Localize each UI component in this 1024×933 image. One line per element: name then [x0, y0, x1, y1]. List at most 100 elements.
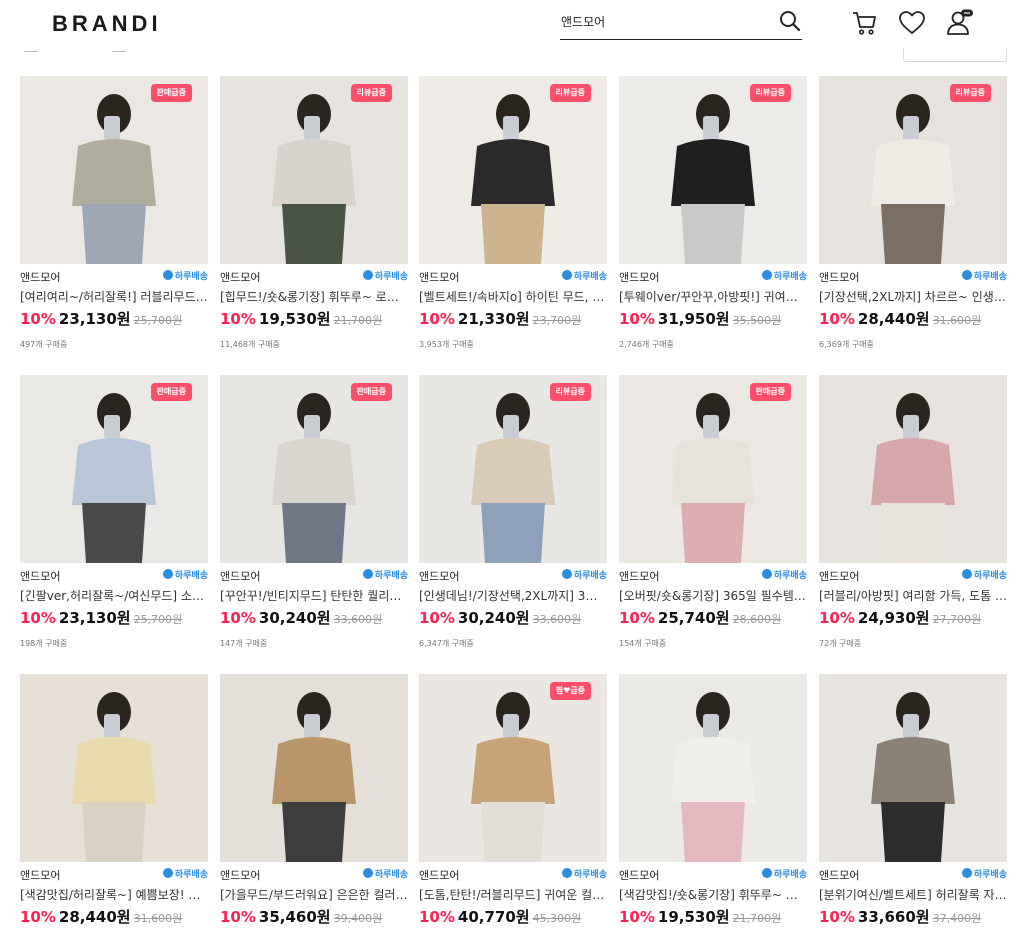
product-card[interactable]: 앤드모어 하루배송 [색감맛집!/숏&롱기장] 휘뚜루~ 와이드 트레이닝 팬츠…	[619, 674, 807, 933]
price-row: 10% 31,950원 35,500원	[619, 308, 781, 329]
search-input[interactable]	[561, 10, 761, 32]
product-title[interactable]: [러블리/아방핏] 여리함 가득, 도톰 오프숄더 니트	[819, 587, 1007, 604]
product-card[interactable]: 판매급증 앤드모어 하루배송 [긴팔ver,허리잘록~/여신무드] 소매 셔링 …	[20, 375, 208, 665]
product-title[interactable]: [힙무드!/숏&롱기장] 휘뚜루~ 로우 와이드 팬츠	[220, 288, 408, 305]
product-card[interactable]: 앤드모어 하루배송 [분위기여신/벨트세트] 허리잘록 자켓 원피스 10%33…	[819, 674, 1007, 933]
product-brand[interactable]: 앤드모어	[619, 867, 659, 883]
product-image[interactable]	[419, 375, 607, 563]
product-title[interactable]: [기장선택,2XL까지] 차르르~ 인생 슬랙스	[819, 288, 1007, 305]
product-badge: 찜♥급증	[549, 682, 591, 700]
delivery-badge: 하루배송	[362, 867, 408, 880]
delivery-label: 하루배송	[374, 870, 408, 880]
product-image[interactable]	[20, 76, 208, 264]
product-title[interactable]: [인생데님!/기장선택,2XL까지] 3가지 컬러 와이드	[419, 587, 607, 604]
product-card[interactable]: 판매급증 앤드모어 하루배송 [꾸안꾸!/빈티지무드] 탄탄한 퀄리티 데님 스…	[220, 375, 408, 665]
product-card[interactable]: 판매급증 앤드모어 하루배송 [여리여리~/허리잘록!] 러블리무드 카라 니트…	[20, 76, 208, 366]
brandi-logo[interactable]: BRANDI	[52, 11, 162, 37]
sale-price: 25,740원	[657, 609, 730, 627]
original-price: 37,400원	[932, 912, 982, 925]
product-image[interactable]	[419, 76, 607, 264]
delivery-badge: 하루배송	[162, 568, 208, 581]
product-card[interactable]: 리뷰급증 앤드모어 하루배송 [벨트세트!/속바지o] 하이틴 무드, 플리츠 …	[419, 76, 607, 366]
delivery-label: 하루배송	[773, 870, 807, 880]
product-brand[interactable]: 앤드모어	[819, 269, 859, 285]
product-title[interactable]: [색감맛집!/숏&롱기장] 휘뚜루~ 와이드 트레이닝 팬츠	[619, 886, 807, 903]
product-image[interactable]	[819, 76, 1007, 264]
product-card[interactable]: 앤드모어 하루배송 [러블리/아방핏] 여리함 가득, 도톰 오프숄더 니트 1…	[819, 375, 1007, 665]
buyer-count: 3,953개 구매중	[419, 340, 474, 349]
price-row: 10% 25,740원 28,600원	[619, 607, 781, 628]
search-icon[interactable]	[778, 9, 802, 33]
product-image[interactable]	[220, 76, 408, 264]
heart-icon[interactable]	[897, 8, 927, 38]
product-card[interactable]: 리뷰급증 앤드모어 하루배송 [인생데님!/기장선택,2XL까지] 3가지 컬러…	[419, 375, 607, 665]
price-row: 10% 28,440원 31,600원	[20, 906, 182, 927]
product-brand[interactable]: 앤드모어	[20, 269, 60, 285]
delivery-badge: 하루배송	[561, 867, 607, 880]
discount-rate: 10%	[619, 609, 655, 627]
product-image[interactable]	[20, 674, 208, 862]
my-page-icon[interactable]	[945, 8, 975, 38]
product-image[interactable]	[419, 674, 607, 862]
delivery-badge: 하루배송	[162, 269, 208, 282]
sale-price: 21,330원	[457, 310, 530, 328]
delivery-badge: 하루배송	[961, 269, 1007, 282]
product-brand[interactable]: 앤드모어	[819, 867, 859, 883]
cart-icon[interactable]	[850, 8, 880, 38]
delivery-label: 하루배송	[973, 870, 1007, 880]
product-card[interactable]: 판매급증 앤드모어 하루배송 [오버핏/숏&롱기장] 365일 필수템! 트레이…	[619, 375, 807, 665]
product-brand[interactable]: 앤드모어	[619, 568, 659, 584]
product-image[interactable]	[619, 674, 807, 862]
product-badge: 리뷰급증	[749, 84, 791, 102]
product-image[interactable]	[220, 375, 408, 563]
product-brand[interactable]: 앤드모어	[220, 867, 260, 883]
product-card[interactable]: 앤드모어 하루배송 [색감맛집/허리잘록~] 예쁨보장! 크롭 가디건 10%2…	[20, 674, 208, 933]
product-card[interactable]: 앤드모어 하루배송 [가을무드/부드러워요] 은은한 컬러 크롭 자켓 10%3…	[220, 674, 408, 933]
original-price: 21,700원	[333, 314, 383, 327]
product-title[interactable]: [여리여리~/허리잘록!] 러블리무드 카라 니트	[20, 288, 208, 305]
sale-price: 23,130원	[58, 310, 131, 328]
discount-rate: 10%	[419, 609, 455, 627]
discount-rate: 10%	[619, 908, 655, 926]
discount-rate: 10%	[220, 609, 256, 627]
product-image[interactable]	[819, 674, 1007, 862]
product-brand[interactable]: 앤드모어	[220, 269, 260, 285]
original-price: 25,700원	[133, 314, 183, 327]
product-image[interactable]	[619, 375, 807, 563]
product-title[interactable]: [꾸안꾸!/빈티지무드] 탄탄한 퀄리티 데님 스커트	[220, 587, 408, 604]
sale-price: 28,440원	[58, 908, 131, 926]
product-brand[interactable]: 앤드모어	[20, 568, 60, 584]
product-title[interactable]: [투웨이ver/꾸안꾸,아방핏!] 귀여운 후드 집업	[619, 288, 807, 305]
product-badge: 판매급증	[150, 84, 192, 102]
discount-rate: 10%	[819, 310, 855, 328]
delivery-label: 하루배송	[174, 870, 208, 880]
product-image[interactable]	[20, 375, 208, 563]
product-brand[interactable]: 앤드모어	[220, 568, 260, 584]
product-brand[interactable]: 앤드모어	[419, 867, 459, 883]
delivery-label: 하루배송	[773, 571, 807, 581]
delivery-badge: 하루배송	[761, 867, 807, 880]
product-card[interactable]: 찜♥급증 앤드모어 하루배송 [도톰,탄탄!/러블리무드] 귀여운 컬러 자켓 …	[419, 674, 607, 933]
product-title[interactable]: [도톰,탄탄!/러블리무드] 귀여운 컬러 자켓	[419, 886, 607, 903]
product-image[interactable]	[619, 76, 807, 264]
sale-price: 28,440원	[857, 310, 930, 328]
product-title[interactable]: [벨트세트!/속바지o] 하이틴 무드, 플리츠 스커트	[419, 288, 607, 305]
product-brand[interactable]: 앤드모어	[20, 867, 60, 883]
product-title[interactable]: [색감맛집/허리잘록~] 예쁨보장! 크롭 가디건	[20, 886, 208, 903]
product-card[interactable]: 리뷰급증 앤드모어 하루배송 [투웨이ver/꾸안꾸,아방핏!] 귀여운 후드 …	[619, 76, 807, 366]
product-title[interactable]: [긴팔ver,허리잘록~/여신무드] 소매 셔링 셔츠	[20, 587, 208, 604]
price-row: 10% 40,770원 45,300원	[419, 906, 581, 927]
sale-price: 19,530원	[657, 908, 730, 926]
product-brand[interactable]: 앤드모어	[419, 568, 459, 584]
product-brand[interactable]: 앤드모어	[819, 568, 859, 584]
product-brand[interactable]: 앤드모어	[619, 269, 659, 285]
product-image[interactable]	[220, 674, 408, 862]
search-bar[interactable]	[560, 6, 802, 40]
product-title[interactable]: [분위기여신/벨트세트] 허리잘록 자켓 원피스	[819, 886, 1007, 903]
product-card[interactable]: 리뷰급증 앤드모어 하루배송 [기장선택,2XL까지] 차르르~ 인생 슬랙스 …	[819, 76, 1007, 366]
product-image[interactable]	[819, 375, 1007, 563]
product-card[interactable]: 리뷰급증 앤드모어 하루배송 [힙무드!/숏&롱기장] 휘뚜루~ 로우 와이드 …	[220, 76, 408, 366]
product-title[interactable]: [가을무드/부드러워요] 은은한 컬러 크롭 자켓	[220, 886, 408, 903]
product-title[interactable]: [오버핏/숏&롱기장] 365일 필수템! 트레이닝 팬츠	[619, 587, 807, 604]
product-brand[interactable]: 앤드모어	[419, 269, 459, 285]
